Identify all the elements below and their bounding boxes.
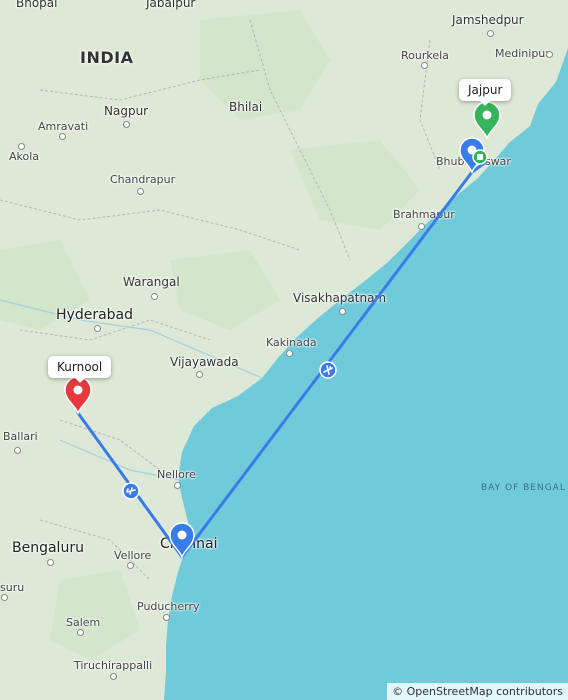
airplane-icon [319,361,337,379]
train-icon [472,149,488,165]
origin-callout[interactable]: Kurnool [48,356,112,383]
airplane-icon [122,482,140,500]
route-line [76,160,488,559]
destination-marker[interactable] [473,101,501,141]
attribution[interactable]: © OpenStreetMap contributors [387,683,568,700]
destination-callout[interactable]: Jajpur [459,79,512,106]
stopover-marker-chennai[interactable] [169,522,195,560]
map-canvas[interactable]: Bhopal Jabalpur INDIA Jamshedpur Rourkel… [0,0,568,700]
